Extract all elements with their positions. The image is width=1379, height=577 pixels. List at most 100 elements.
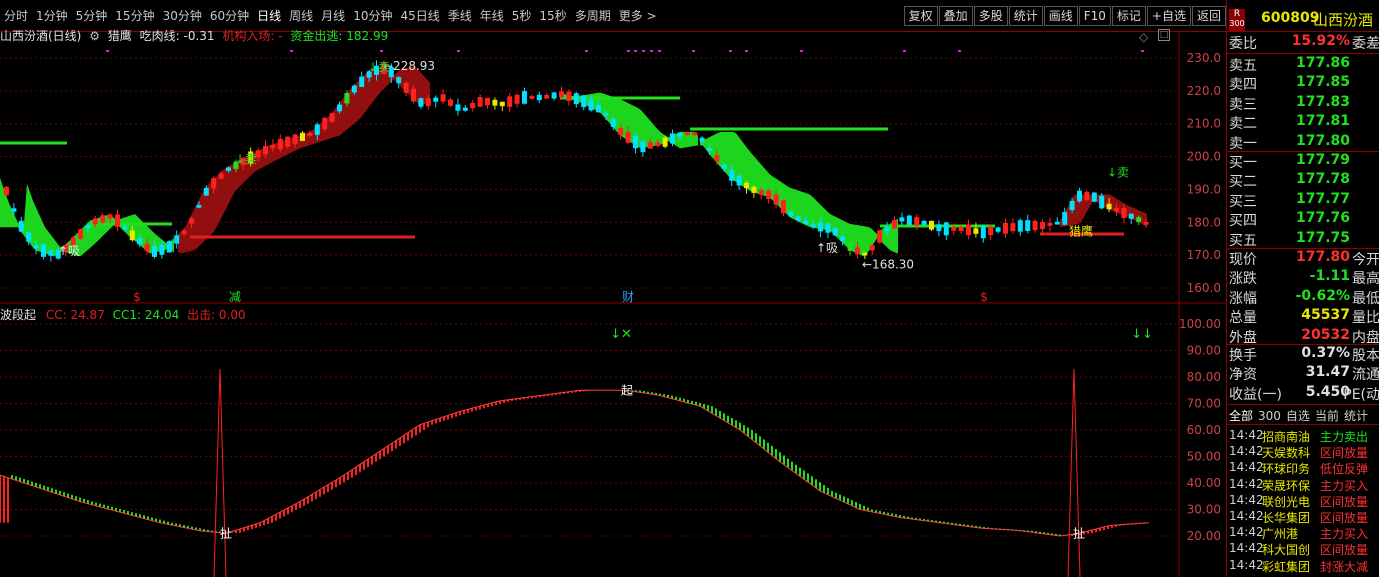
event-marker <box>745 50 748 52</box>
candle <box>470 102 476 109</box>
news-time: 14:42 <box>1229 428 1264 442</box>
candle <box>26 232 32 242</box>
candle <box>951 226 957 231</box>
candle <box>803 220 809 225</box>
candle <box>544 94 550 99</box>
candle <box>181 230 187 234</box>
news-stock: 科大国创 <box>1262 543 1311 558</box>
news-tab-2[interactable]: 自选 <box>1286 409 1310 423</box>
buy-row-3: 买四 177.76 <box>1227 210 1379 229</box>
candle <box>625 131 631 143</box>
candle <box>455 104 461 111</box>
candle <box>499 101 505 107</box>
candle <box>507 96 513 107</box>
stat-right-label: 流通 <box>1352 367 1379 384</box>
event-marker <box>290 50 293 52</box>
candle <box>670 133 675 144</box>
candle <box>795 216 801 221</box>
candle <box>596 104 601 113</box>
news-stock: 环球印务 <box>1262 462 1311 477</box>
candle <box>41 244 46 257</box>
quote-label: 涨幅 <box>1229 290 1257 307</box>
news-tab-0[interactable]: 全部 <box>1229 409 1253 423</box>
candle <box>485 97 490 106</box>
stat-right-label: PE(动 <box>1343 386 1379 403</box>
event-marker <box>634 50 637 52</box>
candle <box>610 119 616 127</box>
candle <box>1025 220 1031 231</box>
ind-mark: 起 <box>621 383 633 397</box>
candle <box>403 82 409 93</box>
candle <box>603 113 609 116</box>
quote-row-0: 现价 177.80 今开 <box>1227 249 1379 268</box>
sell-label: 卖二 <box>1229 116 1257 133</box>
candle <box>810 223 816 228</box>
candle <box>840 236 846 242</box>
buy-row-1: 买二 177.78 <box>1227 171 1379 190</box>
candle <box>1091 192 1097 202</box>
candle <box>684 132 690 135</box>
candle <box>203 187 209 196</box>
event-marker <box>658 50 661 52</box>
candle <box>1114 207 1119 212</box>
news-tab-3[interactable]: 当前 <box>1315 409 1339 423</box>
news-tab-4[interactable]: 统计 <box>1344 409 1368 423</box>
news-time: 14:42 <box>1229 557 1264 572</box>
candle <box>48 250 54 256</box>
stat-row-1: 净资 31.47 流通 <box>1227 364 1379 383</box>
news-event: 封涨大减 <box>1320 559 1369 574</box>
price-tick: 190.0 <box>1187 182 1221 196</box>
candle <box>855 247 860 255</box>
candle <box>906 215 912 225</box>
candle <box>492 99 498 106</box>
ind-spike <box>1067 369 1081 577</box>
restore-icon[interactable]: □ <box>1158 29 1170 41</box>
candle <box>1017 220 1023 232</box>
news-tab-1[interactable]: 300 <box>1258 409 1281 423</box>
quote-right-label: 量比 <box>1352 310 1379 327</box>
candle <box>1077 190 1082 202</box>
stat-label: 净资 <box>1229 367 1257 384</box>
news-event: 区间放量 <box>1320 511 1369 525</box>
diamond-icon[interactable]: ◇ <box>1139 30 1148 44</box>
sell-value: 177.81 <box>1295 113 1350 130</box>
candle <box>980 225 986 239</box>
event-label: 减 <box>229 290 241 304</box>
event-marker <box>650 50 653 52</box>
ind-tick: 30.00 <box>1187 503 1221 517</box>
weicha-label: 委差 <box>1352 36 1379 52</box>
kline-chart[interactable]: 230.0 220.0 210.0 200.0 190.0 180.0 170.0 160.0… <box>0 0 1226 577</box>
event-marker <box>903 50 906 52</box>
red-band <box>178 66 430 254</box>
sell-label: 卖一 <box>1229 135 1257 152</box>
candle <box>1047 222 1053 226</box>
candle <box>78 229 83 239</box>
stat-value: 31.47 <box>1305 364 1350 381</box>
candle <box>4 186 9 196</box>
candle <box>973 228 979 234</box>
candle <box>1010 223 1016 232</box>
quote-right-label: 内盘 <box>1352 329 1379 346</box>
badge-bottom: 300 <box>1229 19 1245 28</box>
news-time: 14:42 <box>1229 460 1264 475</box>
news-time: 14:42 <box>1229 492 1264 507</box>
candle <box>285 136 291 147</box>
buy-label: 买一 <box>1229 155 1257 171</box>
candle <box>588 99 594 111</box>
sell-value: 177.80 <box>1295 132 1350 149</box>
candle <box>736 175 742 186</box>
candle <box>107 214 113 219</box>
news-list: 14:42 招商南油 主力卖出 14:42 天娱数科 区间放量 14:42 环球印务 低位反弹 1… <box>1227 428 1379 577</box>
news-event: 低位反弹 <box>1320 462 1369 477</box>
candle <box>958 226 964 232</box>
quote-row-2: 涨幅 -0.62% 最低 <box>1227 288 1379 307</box>
candle <box>929 220 934 230</box>
indicator-panel-name[interactable]: 波段起 <box>0 308 36 322</box>
event-marker <box>958 50 961 52</box>
quote-row-4: 外盘 20532 内盘 <box>1227 327 1379 346</box>
candle <box>899 217 905 222</box>
candle <box>862 252 868 256</box>
candle <box>1099 195 1105 209</box>
candle <box>18 220 24 232</box>
candle <box>1106 203 1112 210</box>
